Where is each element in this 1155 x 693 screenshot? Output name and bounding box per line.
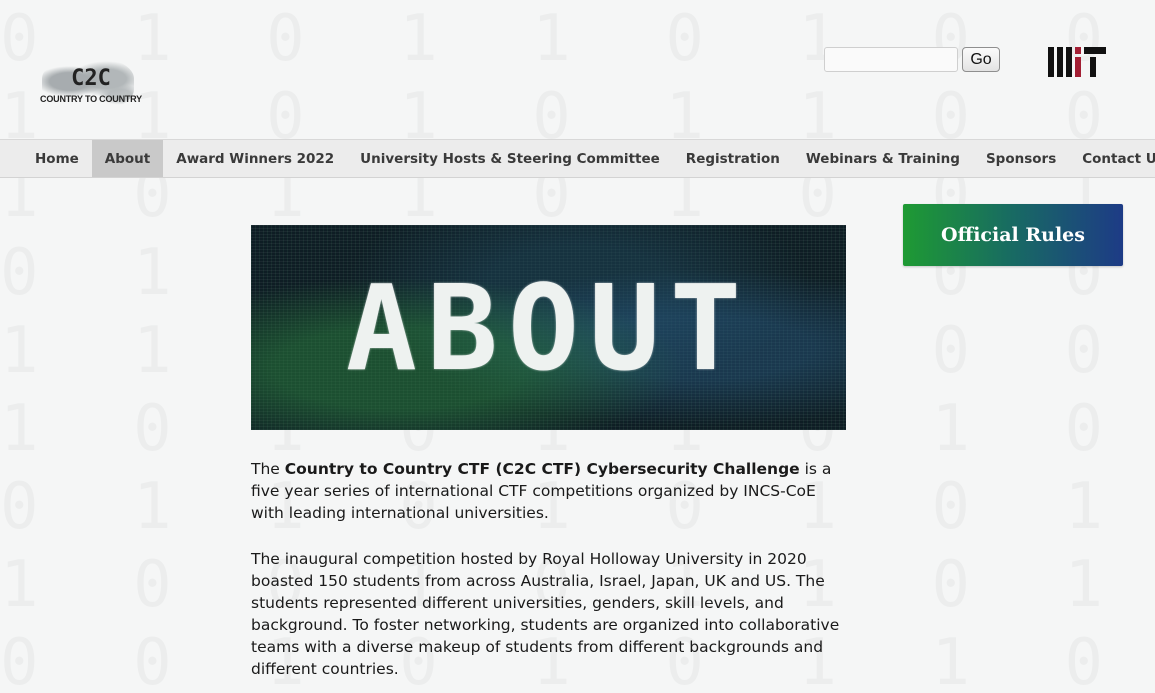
nav-item-award-winners[interactable]: Award Winners 2022 [163,140,347,177]
inaugural-paragraph: The inaugural competition hosted by Roya… [251,550,840,678]
nav-item-webinars[interactable]: Webinars & Training [793,140,973,177]
nav-item-contact[interactable]: Contact Us [1069,140,1155,177]
main-navigation: Home About Award Winners 2022 University… [0,139,1155,178]
c2c-logo[interactable]: C2C COUNTRY TO COUNTRY [40,56,142,116]
logo-mark: C2C [71,66,111,91]
intro-prefix: The [251,460,285,478]
intro-bold-title: Country to Country CTF (C2C CTF) Cyberse… [284,460,800,478]
nav-item-home[interactable]: Home [22,140,92,177]
mit-logo-icon[interactable] [1048,47,1106,77]
logo-subtitle: COUNTRY TO COUNTRY [40,94,142,104]
about-content: The Country to Country CTF (C2C CTF) Cyb… [251,458,851,693]
site-header: C2C COUNTRY TO COUNTRY Go [0,0,1155,139]
intro-paragraph: The Country to Country CTF (C2C CTF) Cyb… [251,458,851,524]
nav-item-sponsors[interactable]: Sponsors [973,140,1069,177]
search-input[interactable] [824,47,958,72]
nav-item-about[interactable]: About [91,140,164,177]
nav-item-university-hosts[interactable]: University Hosts & Steering Committee [347,140,673,177]
nav-item-registration[interactable]: Registration [673,140,793,177]
about-hero-banner: ABOUT [251,225,846,430]
official-rules-button[interactable]: Official Rules [903,204,1123,266]
hero-title: ABOUT [345,258,752,397]
go-button[interactable]: Go [962,47,1000,72]
